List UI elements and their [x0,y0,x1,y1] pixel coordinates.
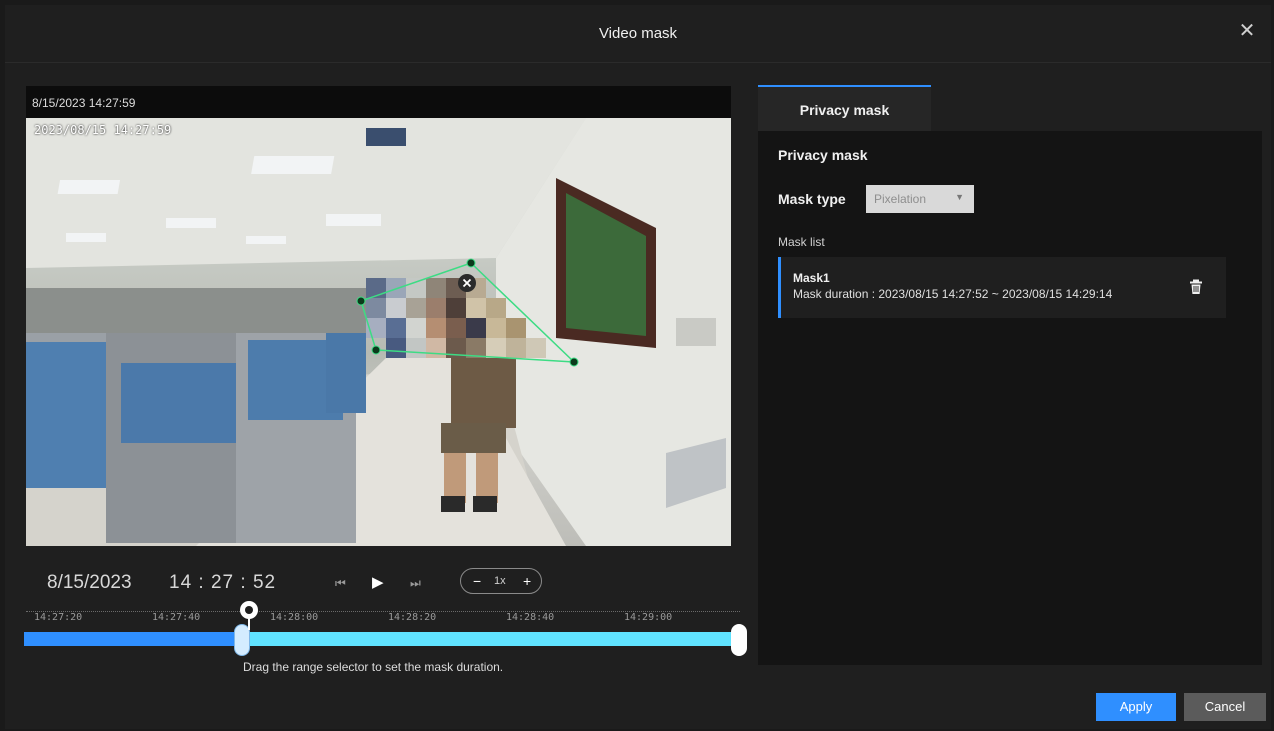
dialog-title: Video mask [598,25,678,42]
cancel-button[interactable]: Cancel [1184,693,1266,721]
mask-type-label: Mask type [778,191,846,207]
speed-increase-button[interactable]: + [523,573,531,589]
playback-date: 8/15/2023 [47,572,132,593]
playhead-knob[interactable] [240,601,258,619]
mask-duration: Mask duration : 2023/08/15 14:27:52 ~ 20… [793,287,1113,301]
osd-timestamp: 2023/08/15 14:27:59 [34,123,172,137]
trash-icon[interactable] [1189,279,1203,295]
play-icon[interactable]: ▶ [372,573,384,591]
playhead-line [248,618,250,630]
timeline-label: 14:28:20 [388,612,437,623]
video-header-timestamp: 8/15/2023 14:27:59 [32,96,136,110]
speed-decrease-button[interactable]: − [473,573,481,589]
camera-scene [26,118,731,546]
range-end-handle[interactable] [731,624,747,656]
mask-type-select[interactable]: Pixelation ▼ [866,185,974,213]
timeline-track[interactable] [24,632,240,646]
mask-list-item[interactable]: Mask1 Mask duration : 2023/08/15 14:27:5… [778,257,1226,318]
timeline-label: 14:28:00 [270,612,319,623]
dialog-titlebar: Video mask ✕ [5,5,1271,63]
timeline-label: 14:27:40 [152,612,201,623]
close-icon[interactable]: ✕ [1237,21,1257,41]
apply-button[interactable]: Apply [1096,693,1176,721]
chevron-down-icon: ▼ [955,192,964,202]
privacy-mask-panel: Privacy mask Mask type Pixelation ▼ Mask… [758,131,1262,665]
mask-type-value: Pixelation [874,192,927,206]
video-header: 8/15/2023 14:27:59 [26,86,731,118]
video-frame[interactable]: 2023/08/15 14:27:59 [26,118,731,546]
mask-remove-icon[interactable] [457,273,477,293]
timeline-label: 14:27:20 [34,612,83,623]
timeline-label: 14:29:00 [624,612,673,623]
timeline-hint: Drag the range selector to set the mask … [243,660,504,674]
tab-privacy-mask[interactable]: Privacy mask [758,85,931,131]
previous-frame-icon[interactable]: ⏮ [335,576,346,591]
mask-name: Mask1 [793,271,830,285]
mask-list-label: Mask list [778,235,825,249]
playback-time: 14 : 27 : 52 [169,572,277,593]
timeline-label: 14:28:40 [506,612,555,623]
speed-control: − 1x + [460,568,542,594]
speed-value: 1x [494,575,506,587]
next-frame-icon[interactable]: ⏭ [410,576,421,591]
panel-heading: Privacy mask [778,147,868,163]
mask-duration-range[interactable] [246,632,736,646]
